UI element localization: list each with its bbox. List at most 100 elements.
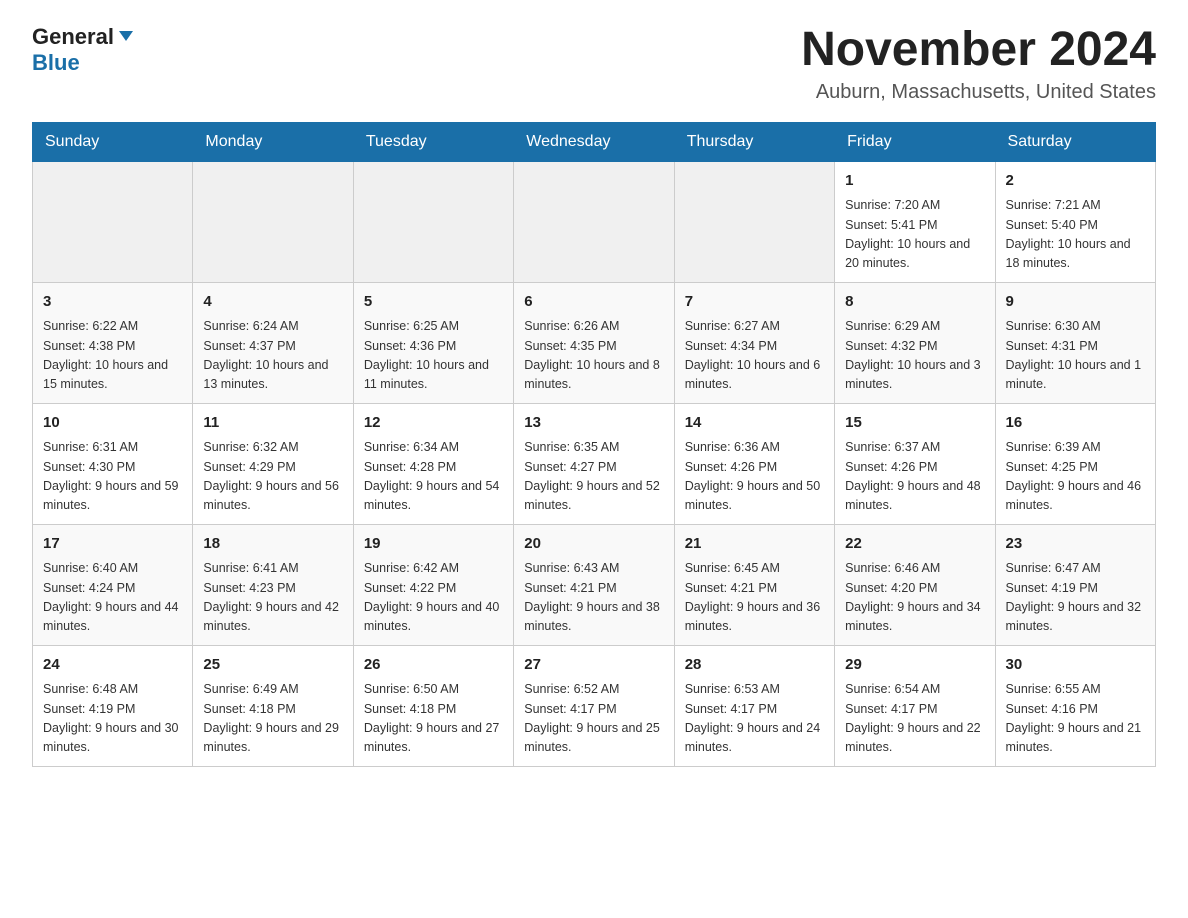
- calendar-cell: 3Sunrise: 6:22 AM Sunset: 4:38 PM Daylig…: [33, 282, 193, 403]
- day-number: 4: [203, 291, 342, 314]
- calendar-cell: 29Sunrise: 6:54 AM Sunset: 4:17 PM Dayli…: [835, 645, 995, 766]
- calendar-cell: 11 Sunrise: 6:32 AM Sunset: 4:29 PM Dayli…: [193, 403, 353, 524]
- day-info: Sunrise: 6:25 AM Sunset: 4:36 PM Dayligh…: [364, 317, 503, 395]
- day-info: Sunrise: 6:40 AM Sunset: 4:24 PM Dayligh…: [43, 559, 182, 637]
- logo-general: General: [32, 24, 114, 50]
- weekday-header-saturday: Saturday: [995, 122, 1155, 161]
- calendar-cell: 24 Sunrise: 6:48 AM Sunset: 4:19 PM Dayli…: [33, 645, 193, 766]
- calendar-week-row: 10 Sunrise: 6:31 AM Sunset: 4:30 PM Dayli…: [33, 403, 1156, 524]
- day-info: Sunrise: 6:26 AM Sunset: 4:35 PM Dayligh…: [524, 317, 663, 395]
- calendar-cell: [193, 161, 353, 282]
- calendar-cell: 15 Sunrise: 6:37 AM Sunset: 4:26 PM Dayli…: [835, 403, 995, 524]
- day-info: Sunrise: 6:47 AM Sunset: 4:19 PM Dayligh…: [1006, 559, 1145, 637]
- weekday-header-thursday: Thursday: [674, 122, 834, 161]
- calendar-cell: [353, 161, 513, 282]
- day-number: 6: [524, 291, 663, 314]
- month-title: November 2024: [801, 24, 1156, 77]
- page-header: General Blue November 2024 Auburn, Massa…: [32, 24, 1156, 104]
- calendar-cell: 12Sunrise: 6:34 AM Sunset: 4:28 PM Dayli…: [353, 403, 513, 524]
- calendar-cell: 9 Sunrise: 6:30 AM Sunset: 4:31 PM Daylig…: [995, 282, 1155, 403]
- day-number: 7: [685, 291, 824, 314]
- calendar-cell: 17 Sunrise: 6:40 AM Sunset: 4:24 PM Dayli…: [33, 524, 193, 645]
- day-info: Sunrise: 6:30 AM Sunset: 4:31 PM Dayligh…: [1006, 317, 1145, 395]
- calendar-week-row: 17 Sunrise: 6:40 AM Sunset: 4:24 PM Dayli…: [33, 524, 1156, 645]
- calendar-cell: 7 Sunrise: 6:27 AM Sunset: 4:34 PM Daylig…: [674, 282, 834, 403]
- calendar-cell: [33, 161, 193, 282]
- day-number: 28: [685, 654, 824, 677]
- calendar-cell: 18 Sunrise: 6:41 AM Sunset: 4:23 PM Dayli…: [193, 524, 353, 645]
- day-info: Sunrise: 6:24 AM Sunset: 4:37 PM Dayligh…: [203, 317, 342, 395]
- day-number: 8: [845, 291, 984, 314]
- logo: General Blue: [32, 24, 135, 76]
- calendar-cell: [674, 161, 834, 282]
- day-info: Sunrise: 6:54 AM Sunset: 4:17 PM Dayligh…: [845, 680, 984, 758]
- day-number: 5: [364, 291, 503, 314]
- day-number: 2: [1006, 170, 1145, 193]
- day-number: 20: [524, 533, 663, 556]
- day-number: 15: [845, 412, 984, 435]
- calendar-cell: 27Sunrise: 6:52 AM Sunset: 4:17 PM Dayli…: [514, 645, 674, 766]
- day-info: Sunrise: 7:20 AM Sunset: 5:41 PM Dayligh…: [845, 196, 984, 274]
- calendar-cell: 8 Sunrise: 6:29 AM Sunset: 4:32 PM Daylig…: [835, 282, 995, 403]
- day-number: 12: [364, 412, 503, 435]
- day-info: Sunrise: 6:36 AM Sunset: 4:26 PM Dayligh…: [685, 438, 824, 516]
- day-number: 22: [845, 533, 984, 556]
- calendar-cell: 22 Sunrise: 6:46 AM Sunset: 4:20 PM Dayli…: [835, 524, 995, 645]
- day-number: 17: [43, 533, 182, 556]
- day-info: Sunrise: 6:50 AM Sunset: 4:18 PM Dayligh…: [364, 680, 503, 758]
- day-number: 25: [203, 654, 342, 677]
- day-number: 1: [845, 170, 984, 193]
- weekday-header-friday: Friday: [835, 122, 995, 161]
- day-number: 26: [364, 654, 503, 677]
- day-number: 21: [685, 533, 824, 556]
- location-subtitle: Auburn, Massachusetts, United States: [801, 81, 1156, 104]
- day-info: Sunrise: 6:41 AM Sunset: 4:23 PM Dayligh…: [203, 559, 342, 637]
- logo-arrow-icon: [117, 27, 135, 50]
- day-info: Sunrise: 6:35 AM Sunset: 4:27 PM Dayligh…: [524, 438, 663, 516]
- title-block: November 2024 Auburn, Massachusetts, Uni…: [801, 24, 1156, 104]
- day-number: 10: [43, 412, 182, 435]
- weekday-header-sunday: Sunday: [33, 122, 193, 161]
- logo-blue: Blue: [32, 50, 80, 76]
- day-info: Sunrise: 6:42 AM Sunset: 4:22 PM Dayligh…: [364, 559, 503, 637]
- day-info: Sunrise: 7:21 AM Sunset: 5:40 PM Dayligh…: [1006, 196, 1145, 274]
- calendar-header-row: SundayMondayTuesdayWednesdayThursdayFrid…: [33, 122, 1156, 161]
- calendar-week-row: 1 Sunrise: 7:20 AM Sunset: 5:41 PM Daylig…: [33, 161, 1156, 282]
- day-info: Sunrise: 6:29 AM Sunset: 4:32 PM Dayligh…: [845, 317, 984, 395]
- day-number: 19: [364, 533, 503, 556]
- calendar-cell: 1 Sunrise: 7:20 AM Sunset: 5:41 PM Daylig…: [835, 161, 995, 282]
- day-number: 23: [1006, 533, 1145, 556]
- weekday-header-wednesday: Wednesday: [514, 122, 674, 161]
- calendar-cell: [514, 161, 674, 282]
- calendar-cell: 4 Sunrise: 6:24 AM Sunset: 4:37 PM Daylig…: [193, 282, 353, 403]
- day-number: 14: [685, 412, 824, 435]
- day-number: 18: [203, 533, 342, 556]
- day-info: Sunrise: 6:48 AM Sunset: 4:19 PM Dayligh…: [43, 680, 182, 758]
- calendar-cell: 5 Sunrise: 6:25 AM Sunset: 4:36 PM Daylig…: [353, 282, 513, 403]
- calendar-week-row: 24 Sunrise: 6:48 AM Sunset: 4:19 PM Dayli…: [33, 645, 1156, 766]
- day-info: Sunrise: 6:45 AM Sunset: 4:21 PM Dayligh…: [685, 559, 824, 637]
- day-number: 27: [524, 654, 663, 677]
- calendar-cell: 19 Sunrise: 6:42 AM Sunset: 4:22 PM Dayli…: [353, 524, 513, 645]
- day-info: Sunrise: 6:39 AM Sunset: 4:25 PM Dayligh…: [1006, 438, 1145, 516]
- day-info: Sunrise: 6:27 AM Sunset: 4:34 PM Dayligh…: [685, 317, 824, 395]
- day-info: Sunrise: 6:46 AM Sunset: 4:20 PM Dayligh…: [845, 559, 984, 637]
- day-number: 30: [1006, 654, 1145, 677]
- day-info: Sunrise: 6:37 AM Sunset: 4:26 PM Dayligh…: [845, 438, 984, 516]
- calendar-week-row: 3Sunrise: 6:22 AM Sunset: 4:38 PM Daylig…: [33, 282, 1156, 403]
- day-number: 16: [1006, 412, 1145, 435]
- day-number: 9: [1006, 291, 1145, 314]
- calendar-cell: 13 Sunrise: 6:35 AM Sunset: 4:27 PM Dayli…: [514, 403, 674, 524]
- day-info: Sunrise: 6:32 AM Sunset: 4:29 PM Dayligh…: [203, 438, 342, 516]
- calendar-cell: 16 Sunrise: 6:39 AM Sunset: 4:25 PM Dayli…: [995, 403, 1155, 524]
- day-info: Sunrise: 6:31 AM Sunset: 4:30 PM Dayligh…: [43, 438, 182, 516]
- calendar-cell: 23 Sunrise: 6:47 AM Sunset: 4:19 PM Dayli…: [995, 524, 1155, 645]
- calendar-cell: 20 Sunrise: 6:43 AM Sunset: 4:21 PM Dayli…: [514, 524, 674, 645]
- day-number: 24: [43, 654, 182, 677]
- day-info: Sunrise: 6:43 AM Sunset: 4:21 PM Dayligh…: [524, 559, 663, 637]
- day-info: Sunrise: 6:49 AM Sunset: 4:18 PM Dayligh…: [203, 680, 342, 758]
- day-number: 11: [203, 412, 342, 435]
- calendar-cell: 14 Sunrise: 6:36 AM Sunset: 4:26 PM Dayli…: [674, 403, 834, 524]
- calendar-cell: 2 Sunrise: 7:21 AM Sunset: 5:40 PM Daylig…: [995, 161, 1155, 282]
- day-number: 13: [524, 412, 663, 435]
